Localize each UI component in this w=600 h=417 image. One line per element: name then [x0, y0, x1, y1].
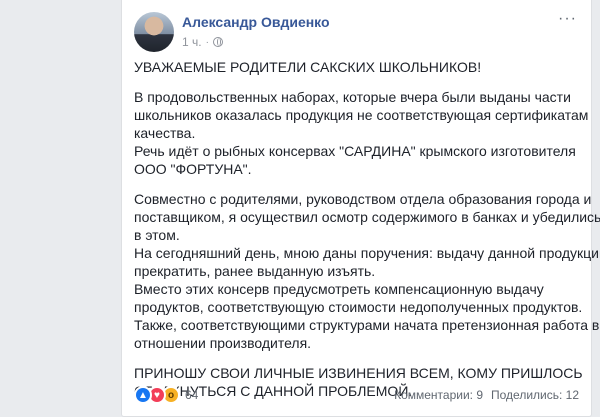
text-line: в этом. — [134, 227, 180, 243]
text-line: На сегодняшний день, мною даны поручения… — [134, 245, 600, 261]
text-line: прекратить, ранее выданную изъять. — [134, 263, 376, 279]
post-paragraph: В продовольственных наборах, которые вче… — [134, 88, 589, 178]
reactions-summary[interactable]: ▲ ♥ o 64 — [134, 386, 198, 404]
comments-count[interactable]: Комментарии: 9 — [394, 388, 483, 402]
globe-icon — [212, 37, 223, 47]
post-meta: 1 ч. · — [182, 35, 223, 49]
text-line: Совместно с родителями, руководством отд… — [134, 191, 592, 207]
text-line: Речь идёт о рыбных консервах "САРДИНА" к… — [134, 143, 576, 159]
text-line: школьников оказалась продукция не соотве… — [134, 107, 589, 123]
text-line: ПРИНОШУ СВОИ ЛИЧНЫЕ ИЗВИНЕНИЯ ВСЕМ, КОМУ… — [134, 365, 583, 381]
text-line: В продовольственных наборах, которые вче… — [134, 89, 571, 105]
reaction-count[interactable]: 64 — [185, 388, 198, 402]
text-line: поставщиком, я осуществил осмотр содержи… — [134, 209, 600, 225]
avatar[interactable] — [134, 12, 174, 52]
text-line: продуктов, соответствующую стоимости нед… — [134, 299, 583, 315]
post-card: Александр Овдиенко 1 ч. · ··· УВАЖАЕМЫЕ … — [121, 0, 600, 417]
post-footer: ▲ ♥ o 64 Комментарии: 9 Поделились: 12 — [134, 382, 579, 408]
author-name[interactable]: Александр Овдиенко — [182, 14, 330, 30]
post-text: УВАЖАЕМЫЕ РОДИТЕЛИ САКСКИХ ШКОЛЬНИКОВ! В… — [134, 58, 600, 412]
text-line: УВАЖАЕМЫЕ РОДИТЕЛИ САКСКИХ ШКОЛЬНИКОВ! — [134, 59, 482, 75]
shares-count[interactable]: Поделились: 12 — [491, 388, 579, 402]
text-line: Также, соответствующими структурами нача… — [134, 317, 600, 333]
text-line: ООО "ФОРТУНА". — [134, 161, 252, 177]
post-paragraph: УВАЖАЕМЫЕ РОДИТЕЛИ САКСКИХ ШКОЛЬНИКОВ! — [134, 58, 582, 76]
text-line: отношении производителя. — [134, 335, 312, 351]
post-stats: Комментарии: 9 Поделились: 12 — [394, 388, 579, 402]
post-time[interactable]: 1 ч. — [182, 35, 202, 49]
like-reaction-icon: ▲ — [134, 386, 152, 404]
meta-separator: · — [205, 36, 209, 48]
more-options-icon[interactable]: ··· — [558, 10, 577, 28]
text-line: качества. — [134, 125, 196, 141]
text-line: Вместо этих консерв предусмотреть компен… — [134, 281, 544, 297]
post-paragraph: Совместно с родителями, руководством отд… — [134, 190, 600, 352]
